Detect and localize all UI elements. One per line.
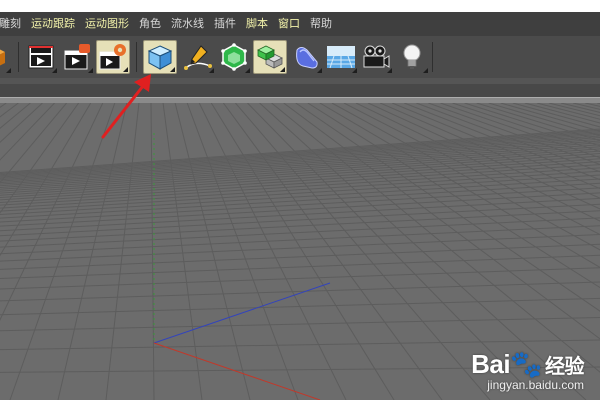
grid-line <box>0 316 600 332</box>
grid-line <box>186 103 299 400</box>
tool-cube[interactable] <box>143 40 177 74</box>
menu-plugins[interactable]: 插件 <box>209 12 241 36</box>
z-axis <box>153 282 331 344</box>
menu-window[interactable]: 窗口 <box>273 12 305 36</box>
tool-light[interactable] <box>395 40 429 74</box>
grid-line <box>0 103 7 108</box>
watermark-logo-sub: 经验 <box>545 356 585 378</box>
x-axis <box>153 342 321 400</box>
grid-line <box>0 267 600 290</box>
menu-bar: 雕刻 运动跟踪 运动图形 角色 流水线 插件 脚本 窗口 帮助 <box>0 12 600 36</box>
grid-line <box>150 103 155 400</box>
toolbar-separator <box>432 42 433 72</box>
paw-icon: 🐾 <box>510 349 542 379</box>
grid-line <box>9 103 116 400</box>
tool-deformer[interactable] <box>289 40 323 74</box>
tool-render-picture-viewer[interactable] <box>60 40 94 74</box>
grid-line <box>0 217 600 248</box>
tool-render-view[interactable] <box>24 40 58 74</box>
grid-line <box>162 103 203 400</box>
menu-pipeline[interactable]: 流水线 <box>166 12 209 36</box>
watermark-url: jingyan.baidu.com <box>487 378 584 392</box>
tool-floor-plane[interactable] <box>324 40 358 74</box>
tool-camera[interactable] <box>359 40 393 74</box>
grid-line <box>0 297 600 316</box>
tool-array-clone[interactable] <box>253 40 287 74</box>
menu-motion-tracking[interactable]: 运动跟踪 <box>26 12 80 36</box>
top-border <box>0 0 600 12</box>
menu-script[interactable]: 脚本 <box>241 12 273 36</box>
menu-sculpt[interactable]: 雕刻 <box>0 12 26 36</box>
3d-viewport[interactable]: Bai🐾 经验 jingyan.baidu.com <box>0 103 600 400</box>
grid-line <box>0 254 600 280</box>
grid-line <box>57 103 128 400</box>
tool-pen-spline[interactable] <box>181 40 215 74</box>
grid-line <box>0 103 43 144</box>
grid-line <box>105 103 140 400</box>
menu-mograph[interactable]: 运动图形 <box>80 12 134 36</box>
menu-help[interactable]: 帮助 <box>305 12 337 36</box>
tool-render-settings[interactable] <box>96 40 130 74</box>
toolbar-separator <box>18 42 19 72</box>
grid-line <box>0 138 600 182</box>
baidu-watermark: Bai🐾 经验 jingyan.baidu.com <box>471 349 584 392</box>
watermark-logo-text: Bai <box>471 349 511 379</box>
viewport-header <box>0 84 600 97</box>
toolbar-separator <box>136 42 137 72</box>
watermark-logo: Bai🐾 经验 <box>471 349 584 380</box>
tool-cube-partial[interactable] <box>0 40 12 74</box>
toolbar <box>0 36 600 78</box>
menu-character[interactable]: 角色 <box>134 12 166 36</box>
tool-subdivision-surface[interactable] <box>217 40 251 74</box>
